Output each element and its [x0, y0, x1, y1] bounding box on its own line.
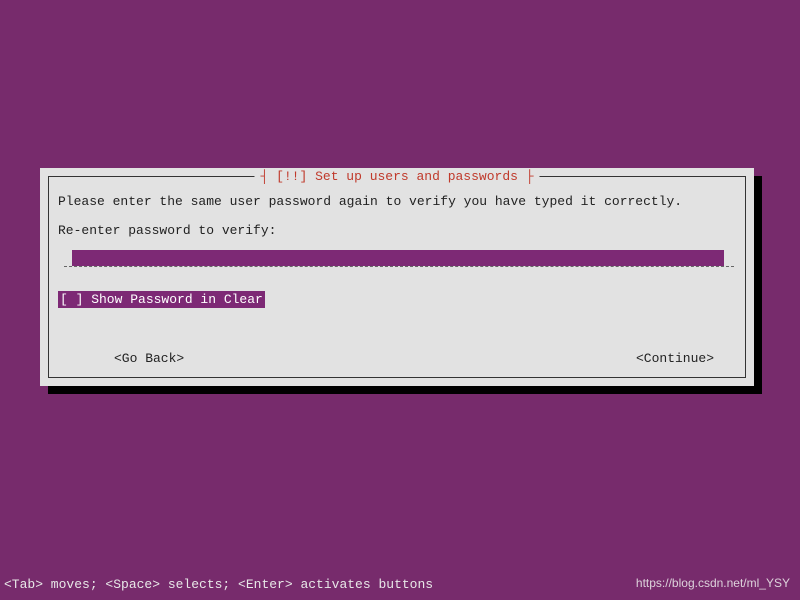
input-underline	[64, 266, 734, 267]
dialog-box: ┤ [!!] Set up users and passwords ├ Plea…	[40, 168, 754, 386]
watermark: https://blog.csdn.net/ml_YSY	[636, 576, 790, 590]
dialog-content: Please enter the same user password agai…	[58, 194, 736, 308]
status-bar: <Tab> moves; <Space> selects; <Enter> ac…	[4, 577, 433, 592]
password-input-wrapper	[72, 250, 736, 267]
prompt-label: Re-enter password to verify:	[58, 223, 736, 238]
password-input[interactable]	[72, 250, 724, 266]
show-password-checkbox[interactable]: [ ] Show Password in Clear	[58, 291, 265, 308]
dialog-title: ┤ [!!] Set up users and passwords ├	[254, 169, 539, 184]
continue-button[interactable]: <Continue>	[636, 351, 714, 366]
go-back-button[interactable]: <Go Back>	[114, 351, 184, 366]
instruction-text: Please enter the same user password agai…	[58, 194, 736, 209]
button-row: <Go Back> <Continue>	[58, 351, 736, 366]
